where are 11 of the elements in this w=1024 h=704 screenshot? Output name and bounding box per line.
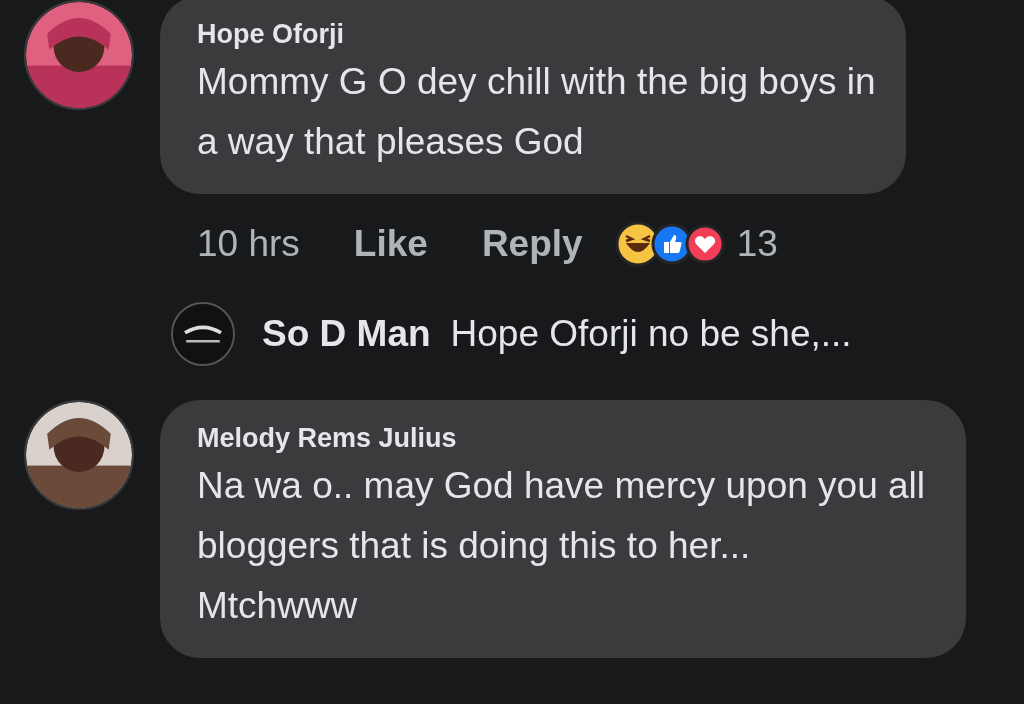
- comment-text: Na wa o.. may God have mercy upon you all bloggers that is doing this to her... Mtchwww: [197, 464, 927, 628]
- action-link[interactable]: Like: [353, 216, 428, 272]
- reaction-count: 13: [736, 222, 778, 267]
- heart-reaction-icon: [684, 224, 725, 264]
- comment-time: 10 hrs: [197, 222, 300, 267]
- commenter-name: Melody Rems Julius: [197, 422, 458, 455]
- reply-author: So D Man: [262, 312, 431, 357]
- commenter-name: Hope Oforji: [197, 18, 345, 51]
- comment-text: Mommy G O dey chill with the big boys in a way that pleases God: [197, 60, 876, 164]
- action-link[interactable]: Reply: [481, 216, 583, 272]
- reply-text: Hope Oforji no be she,...: [450, 312, 852, 357]
